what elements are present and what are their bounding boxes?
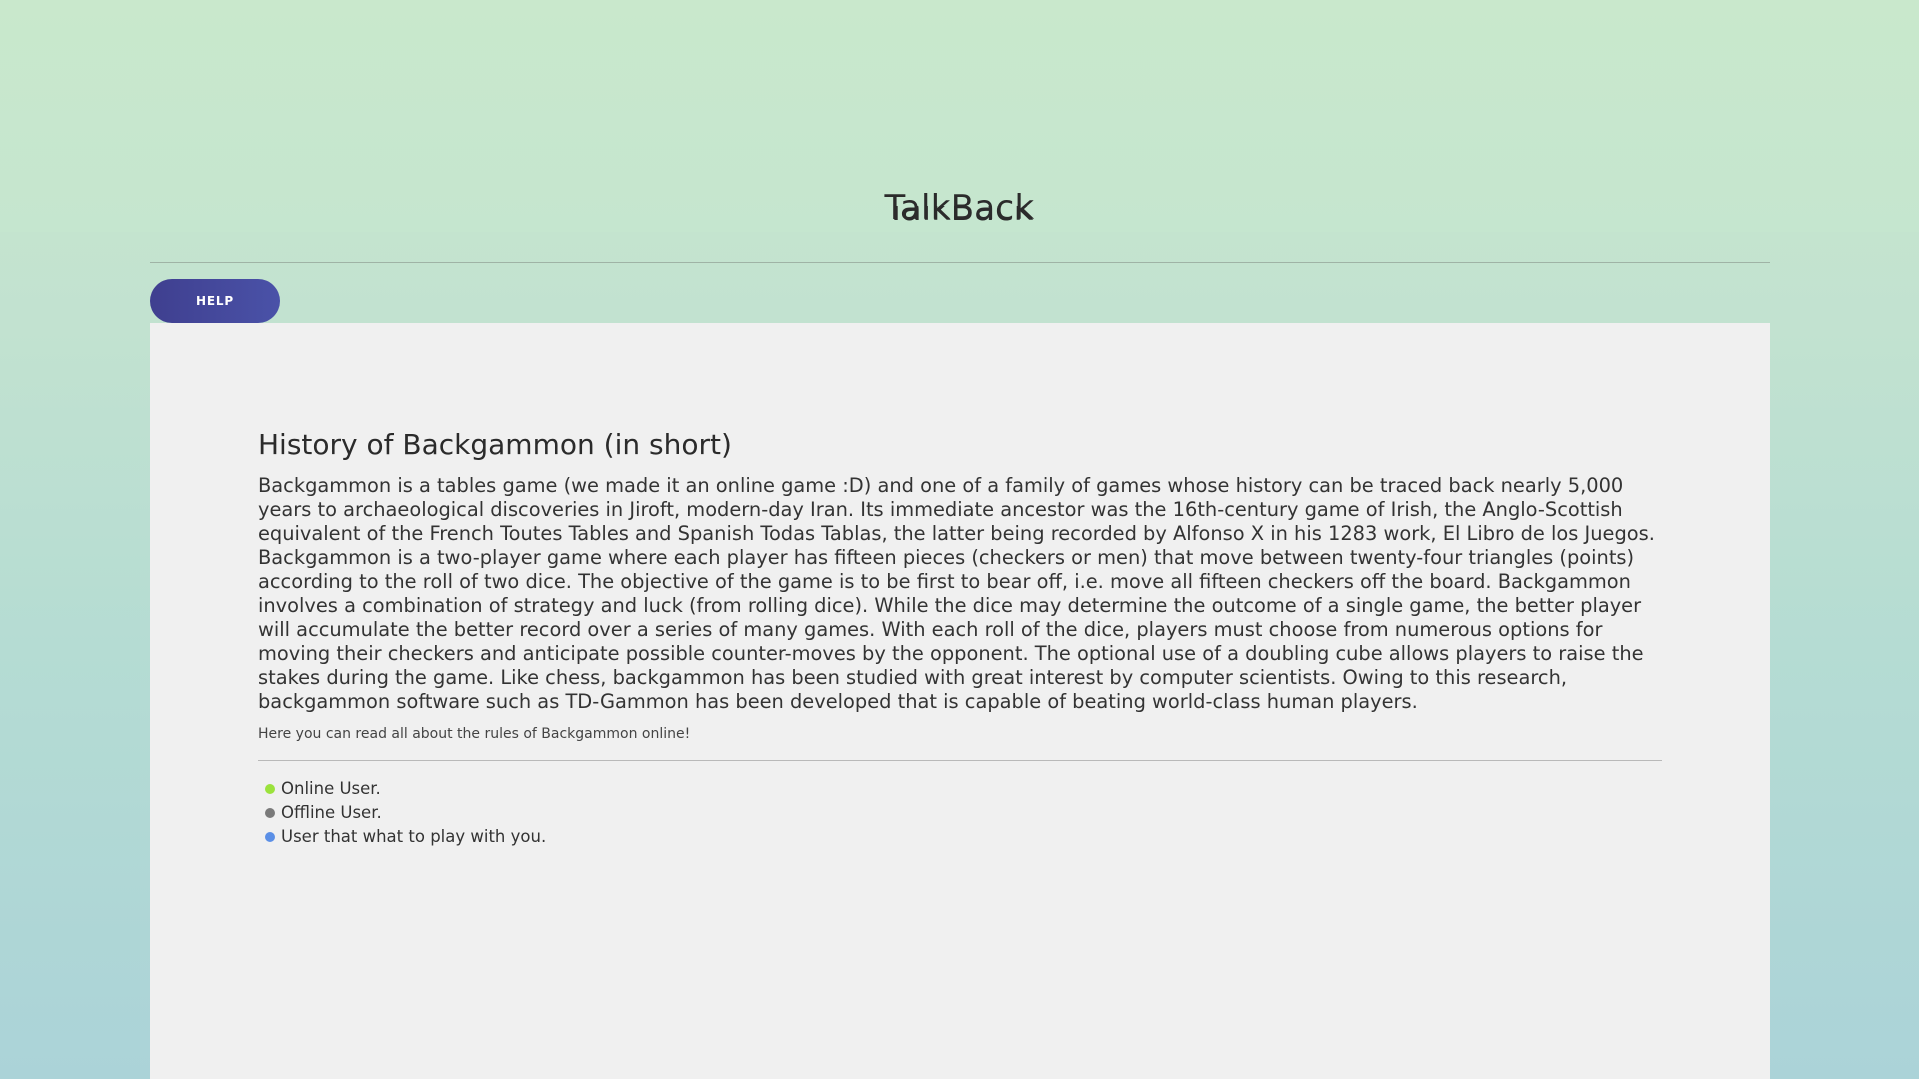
legend-label: Offline User.: [281, 803, 382, 822]
rules-note: Here you can read all about the rules of…: [258, 726, 691, 742]
history-paragraph: Backgammon is a tables game (we made it …: [258, 474, 1655, 713]
header-divider: [150, 262, 1770, 263]
legend-label: User that what to play with you.: [281, 827, 547, 846]
help-button[interactable]: HELP: [150, 279, 280, 323]
section-title: History of Backgammon (in short): [258, 428, 732, 461]
app-title: TalkBack: [884, 188, 1035, 228]
legend-item-online: Online User.: [265, 777, 1662, 801]
legend-item-offline: Offline User.: [265, 801, 1662, 825]
legend-item-wants-to-play: User that what to play with you.: [265, 825, 1662, 849]
online-dot-icon: [265, 784, 275, 794]
legend-label: Online User.: [281, 779, 381, 798]
content-panel: History of Backgammon (in short) Backgam…: [150, 323, 1770, 1079]
wants-to-play-dot-icon: [265, 832, 275, 842]
content-body: History of Backgammon (in short) Backgam…: [258, 428, 1662, 849]
content-divider: [258, 760, 1662, 761]
offline-dot-icon: [265, 808, 275, 818]
user-status-legend: Online User. Offline User. User that wha…: [258, 777, 1662, 849]
